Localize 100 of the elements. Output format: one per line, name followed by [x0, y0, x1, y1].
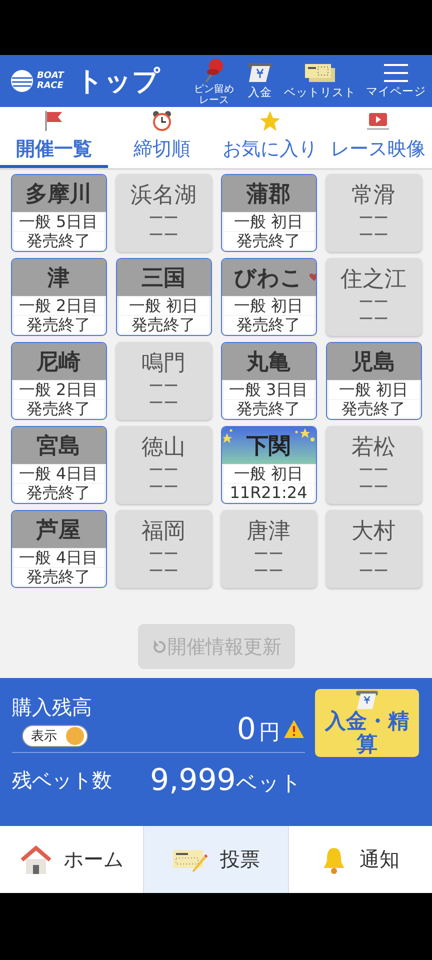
venue-status: ーー: [148, 227, 178, 244]
venue-status: ーー: [148, 378, 178, 395]
venue-status: 一般 4日目: [14, 465, 104, 483]
venue-status: ーー: [148, 462, 178, 479]
venue-status: 一般 2日目: [14, 297, 104, 315]
venue-name: 浜名湖: [130, 182, 196, 210]
venue-name: 唐津: [246, 518, 290, 546]
venue-status: ーー: [148, 546, 178, 563]
venue-name: 多摩川: [12, 175, 106, 212]
stars-icon: [222, 429, 232, 443]
show-toggle[interactable]: 表示: [22, 725, 88, 747]
bets-unit: ベット: [236, 770, 302, 797]
flag-icon: [43, 110, 65, 132]
venue-status: 一般 4日目: [14, 549, 104, 567]
tab[interactable]: 締切順: [108, 107, 216, 168]
venue-card[interactable]: 蒲郡 一般 初日 発売終了: [220, 174, 316, 252]
venue-name: 大村: [352, 518, 396, 546]
logo-text: BOAT: [37, 71, 64, 81]
venue-card[interactable]: 津 一般 2日目 発売終了: [10, 258, 106, 336]
venue-status: 発売終了: [224, 316, 314, 334]
venue-status: ーー: [358, 462, 388, 479]
bets-count: 9,999: [150, 763, 236, 798]
venue-status: 一般 初日: [224, 465, 314, 483]
logo-icon: [10, 69, 34, 93]
house-icon: [20, 844, 52, 874]
venue-card[interactable]: 多摩川 一般 5日目 発売終了: [10, 174, 106, 252]
venue-name: 丸亀: [222, 343, 316, 380]
header-action[interactable]: ピン留めレース: [190, 56, 238, 106]
venue-status: 発売終了: [118, 316, 208, 334]
tab[interactable]: お気に入り: [216, 107, 324, 168]
venue-status: ーー: [358, 227, 388, 244]
bets-label: 残ベット数: [12, 767, 112, 794]
venue-status: ーー: [358, 311, 388, 328]
balance-unit: 円: [259, 719, 280, 746]
venue-status: 発売終了: [14, 400, 104, 418]
balance-label: 購入残高: [12, 694, 92, 721]
venue-status: 発売終了: [14, 232, 104, 250]
venue-card[interactable]: 宮島 一般 4日目 発売終了: [10, 426, 106, 504]
venue-card[interactable]: 浜名湖 ーー ーー: [116, 174, 212, 252]
venue-status: ーー: [358, 210, 388, 227]
video-icon: [366, 110, 390, 132]
header-action[interactable]: 入金: [244, 62, 276, 100]
venue-card[interactable]: 鳴門 ーー ーー: [116, 342, 212, 420]
venue-card[interactable]: 若松 ーー ーー: [326, 426, 422, 504]
venue-card[interactable]: 大村 ーー ーー: [326, 510, 422, 588]
venue-name: 蒲郡: [222, 175, 316, 212]
header-action[interactable]: ベットリスト: [282, 62, 358, 100]
deposit-settle-button[interactable]: 入金・精算: [315, 689, 419, 757]
ticket-stack-icon: [304, 62, 336, 84]
venue-status: ーー: [358, 294, 388, 311]
venue-name: びわこ: [222, 259, 316, 296]
venue-name: 宮島: [12, 427, 106, 464]
venue-status: 一般 3日目: [224, 381, 314, 399]
venue-status: ーー: [148, 479, 178, 496]
venue-status: ーー: [358, 546, 388, 563]
venue-status: 一般 初日: [328, 381, 418, 399]
venue-status: 一般 5日目: [14, 213, 104, 231]
venue-name: 鳴門: [142, 350, 186, 378]
tab[interactable]: レース映像: [324, 107, 432, 168]
menu-icon: [383, 63, 409, 83]
venue-card[interactable]: 福岡 ーー ーー: [116, 510, 212, 588]
venue-status: ーー: [254, 546, 284, 563]
star-icon: [259, 110, 281, 132]
venue-name: 三国: [116, 259, 210, 296]
logo-text: RACE: [37, 81, 64, 91]
venue-name: 芦屋: [12, 511, 106, 548]
venue-status: 一般 初日: [224, 297, 314, 315]
venue-name: 児島: [326, 343, 420, 380]
venue-name: 津: [12, 259, 106, 296]
venue-status: 発売終了: [328, 400, 418, 418]
venue-card[interactable]: 常滑 ーー ーー: [326, 174, 422, 252]
nav-item[interactable]: 投票: [143, 826, 289, 893]
page-title: トップ: [76, 65, 160, 99]
venue-card[interactable]: 三国 一般 初日 発売終了: [116, 258, 212, 336]
venue-card[interactable]: びわこ 一般 初日 発売終了: [220, 258, 316, 336]
atm-icon: [246, 62, 274, 84]
venue-status: 一般 初日: [224, 213, 314, 231]
venue-name: 下関: [222, 427, 316, 464]
venue-card[interactable]: 尼崎 一般 2日目 発売終了: [10, 342, 106, 420]
venue-status: 発売終了: [224, 232, 314, 250]
venue-card[interactable]: 下関 一般 初日 11R21:24: [220, 426, 316, 504]
venue-card[interactable]: 丸亀 一般 3日目 発売終了: [220, 342, 316, 420]
venue-name: 尼崎: [12, 343, 106, 380]
venue-card[interactable]: 芦屋 一般 4日目 発売終了: [10, 510, 106, 588]
venue-name: 住之江: [340, 266, 406, 294]
refresh-icon: [150, 638, 166, 654]
header-action[interactable]: マイページ: [364, 63, 428, 99]
alarm-clock-icon: [151, 110, 173, 132]
venue-status: ーー: [358, 479, 388, 496]
venue-card[interactable]: 住之江 ーー ーー: [326, 258, 422, 336]
venue-name: 常滑: [352, 182, 396, 210]
venue-status: 11R21:24: [224, 484, 314, 502]
venue-status: 発売終了: [14, 316, 104, 334]
venue-status: 一般 初日: [118, 297, 208, 315]
venue-card[interactable]: 徳山 ーー ーー: [116, 426, 212, 504]
venue-card[interactable]: 唐津 ーー ーー: [220, 510, 316, 588]
venue-status: ーー: [148, 210, 178, 227]
venue-card[interactable]: 児島 一般 初日 発売終了: [326, 342, 422, 420]
venue-name: 徳山: [142, 434, 186, 462]
venue-name: 若松: [352, 434, 396, 462]
